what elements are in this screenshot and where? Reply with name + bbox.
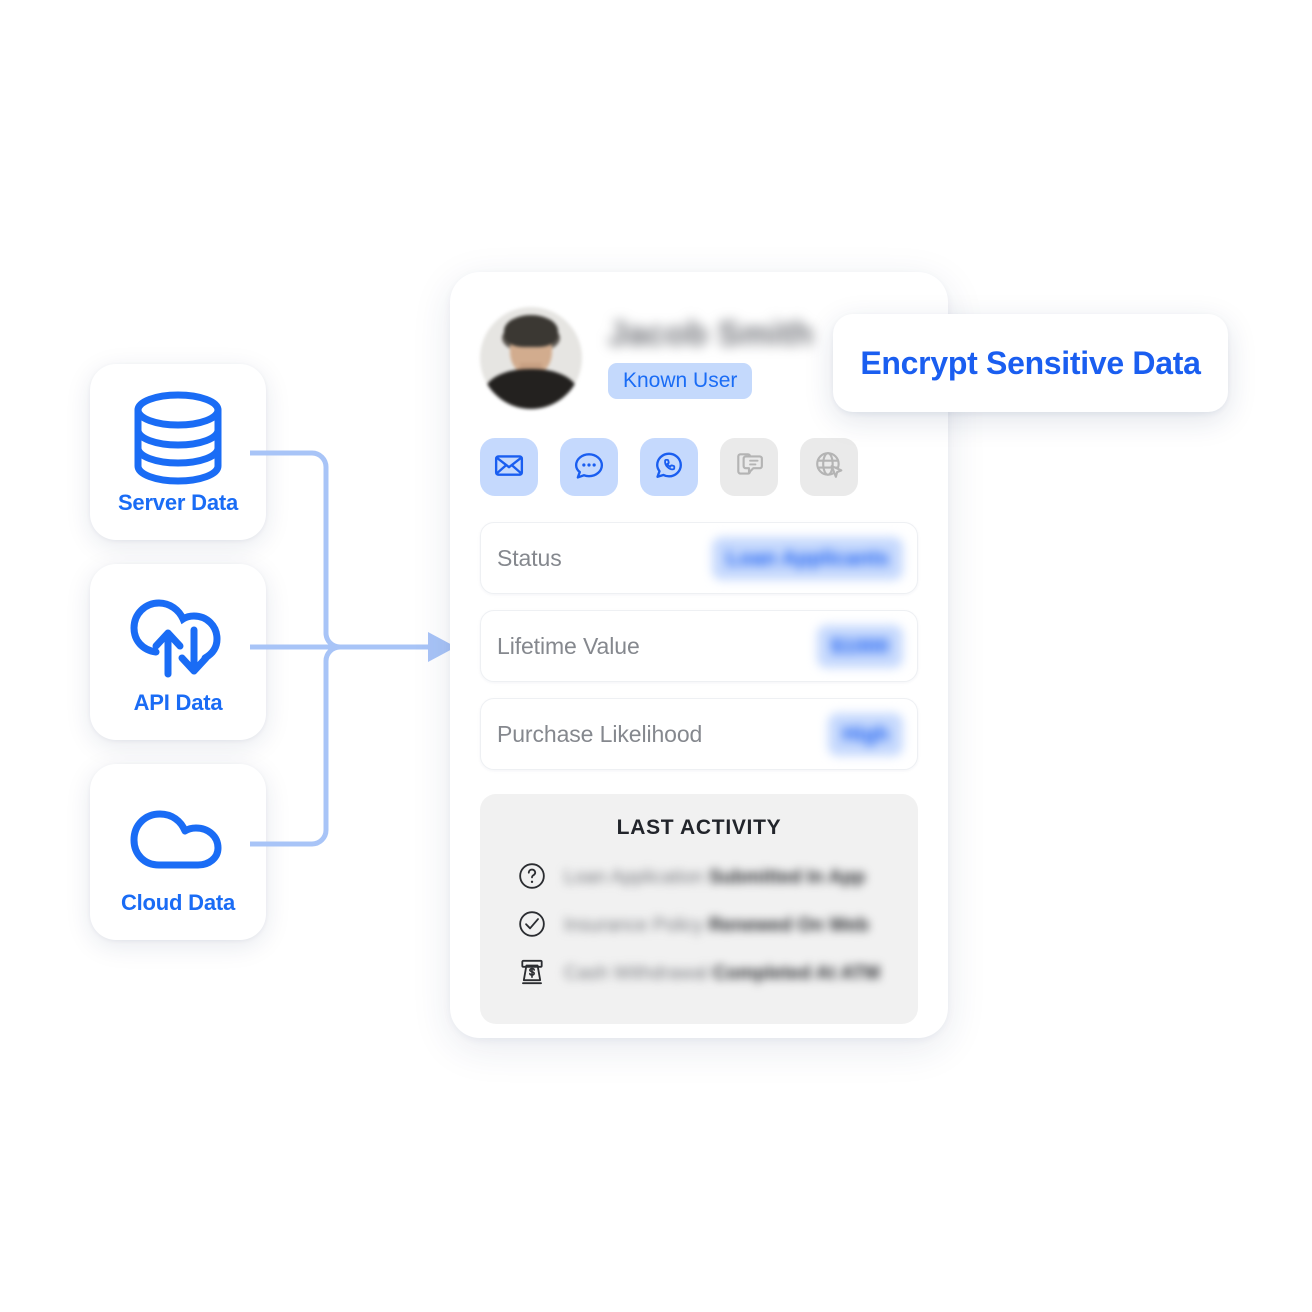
attribute-value: Loan Applicants: [712, 536, 903, 580]
attribute-label: Lifetime Value: [497, 632, 640, 659]
source-card-cloud-data[interactable]: Cloud Data: [90, 764, 266, 940]
chat-bubble-icon: [574, 450, 604, 485]
database-icon: [124, 390, 232, 486]
activity-text: Cash Withdrawal Completed At ATM: [564, 963, 880, 985]
activity-subject: Cash Withdrawal: [564, 963, 708, 984]
channel-web[interactable]: [800, 438, 858, 496]
attribute-row-status: Status Loan Applicants: [480, 522, 918, 594]
cloud-icon: [124, 790, 232, 886]
channel-sms[interactable]: [720, 438, 778, 496]
source-card-api-data[interactable]: API Data: [90, 564, 266, 740]
attribute-row-lifetime-value: Lifetime Value $1000: [480, 610, 918, 682]
activity-subject: Insurance Policy: [564, 915, 704, 936]
activity-item: Cash Withdrawal Completed At ATM: [504, 950, 894, 998]
source-card-server-data[interactable]: Server Data: [90, 364, 266, 540]
activity-item: Loan Application Submitted In App: [504, 854, 894, 902]
envelope-icon: [494, 450, 524, 485]
attribute-value: $1000: [816, 624, 903, 668]
source-card-label: API Data: [133, 690, 223, 715]
encrypt-sensitive-data-callout[interactable]: Encrypt Sensitive Data: [833, 314, 1228, 412]
illustration-canvas: Server Data API Data Cloud Data Jacob Sm…: [0, 0, 1312, 1312]
activity-text: Loan Application Submitted In App: [564, 867, 865, 889]
attribute-label: Purchase Likelihood: [497, 720, 703, 747]
activity-item: Insurance Policy Renewed On Web: [504, 902, 894, 950]
attributes-list: Status Loan Applicants Lifetime Value $1…: [480, 522, 918, 770]
status-badge: Known User: [608, 362, 753, 399]
activity-text: Insurance Policy Renewed On Web: [564, 915, 869, 937]
avatar: [480, 307, 582, 409]
question-circle-icon: [518, 862, 546, 895]
last-activity-panel: LAST ACTIVITY Loan Application Submitted…: [480, 794, 918, 1024]
source-card-label: Cloud Data: [120, 890, 236, 915]
activity-detail: Renewed On Web: [708, 915, 869, 936]
attribute-row-purchase-likelihood: Purchase Likelihood High: [480, 698, 918, 770]
source-card-label: Server Data: [117, 490, 239, 515]
attribute-value: High: [828, 712, 903, 756]
whatsapp-icon: [654, 450, 684, 485]
cloud-sync-icon: [124, 590, 232, 686]
activity-subject: Loan Application: [564, 867, 704, 888]
channel-chat[interactable]: [560, 438, 618, 496]
sms-device-icon: [734, 450, 764, 485]
user-name: Jacob Smith: [608, 315, 814, 354]
activity-detail: Submitted In App: [708, 867, 866, 888]
channel-icon-row: [480, 438, 918, 496]
channel-email[interactable]: [480, 438, 538, 496]
activity-detail: Completed At ATM: [712, 963, 881, 984]
check-circle-icon: [518, 910, 546, 943]
attribute-label: Status: [497, 544, 562, 571]
channel-whatsapp[interactable]: [640, 438, 698, 496]
atm-cash-icon: [518, 958, 546, 991]
encrypt-callout-label: Encrypt Sensitive Data: [860, 344, 1201, 381]
globe-cursor-icon: [814, 450, 844, 485]
last-activity-title: LAST ACTIVITY: [616, 816, 782, 839]
